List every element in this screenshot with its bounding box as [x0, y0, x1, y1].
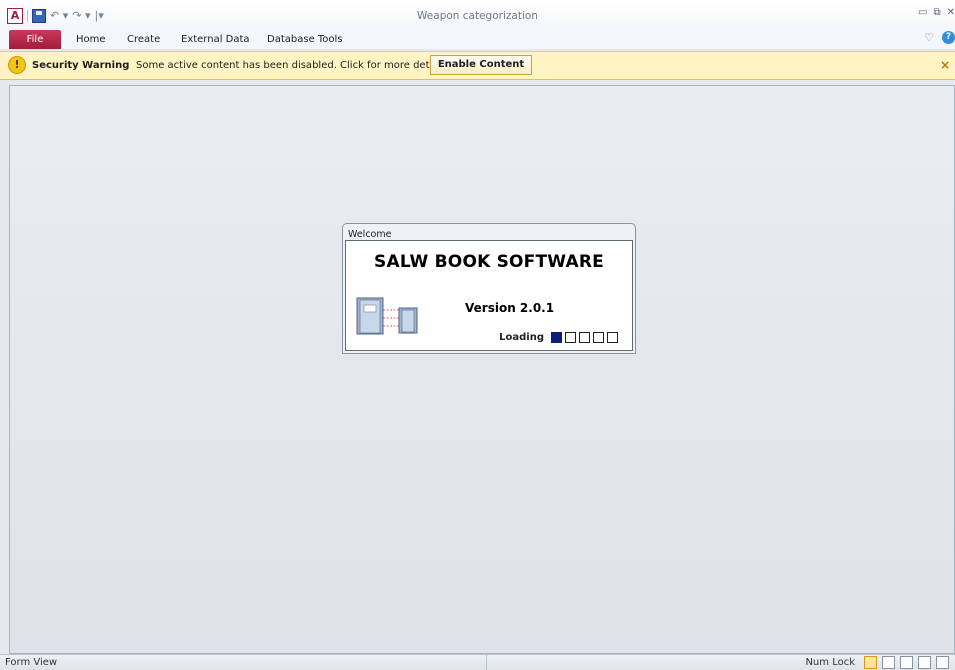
books-icon	[356, 297, 418, 335]
layout-view-icon[interactable]	[900, 656, 913, 669]
welcome-dialog: Welcome SALW BOOK SOFTWARE Version 2.0.1…	[342, 223, 636, 354]
restore-icon[interactable]: ⧉	[933, 7, 940, 18]
dialog-body: SALW BOOK SOFTWARE Version 2.0.1 Loading	[345, 240, 633, 351]
close-icon[interactable]: ✕	[947, 7, 955, 18]
minimize-icon[interactable]: ▭	[918, 7, 927, 18]
minimize-ribbon-icon[interactable]: ♡	[924, 31, 934, 44]
loading-box	[593, 332, 604, 343]
status-right: Num Lock	[805, 656, 949, 669]
tab-file[interactable]: File	[9, 30, 61, 49]
loading-box	[579, 332, 590, 343]
warning-icon: !	[8, 56, 26, 74]
status-divider	[486, 655, 487, 670]
window-controls: ▭ ⧉ ✕	[918, 7, 955, 18]
design-view-icon[interactable]	[918, 656, 931, 669]
title-bar: A ↶ ▾ ↷ ▾ |▾ Weapon categorization ▭ ⧉ ✕	[0, 0, 955, 29]
loading-indicator: Loading	[499, 332, 618, 343]
security-warning-bar[interactable]: ! Security Warning Some active content h…	[0, 51, 955, 80]
form-view-icon[interactable]	[864, 656, 877, 669]
app-heading: SALW BOOK SOFTWARE	[374, 252, 604, 272]
ribbon-help-area: ♡ ?	[924, 31, 955, 44]
num-lock-indicator: Num Lock	[805, 657, 855, 668]
datasheet-view-icon[interactable]	[882, 656, 895, 669]
tab-home[interactable]: Home	[76, 32, 106, 48]
status-view-label: Form View	[5, 657, 58, 668]
tab-external-data[interactable]: External Data	[181, 32, 250, 48]
version-label: Version 2.0.1	[465, 301, 555, 315]
pivot-view-icon[interactable]	[936, 656, 949, 669]
close-icon[interactable]: ×	[940, 58, 950, 72]
security-warning-title: Security Warning	[32, 60, 130, 71]
ribbon-tabs: File Home Create External Data Database …	[0, 29, 955, 49]
status-bar: Form View Num Lock	[0, 654, 955, 670]
workspace	[9, 85, 955, 654]
window-title: Weapon categorization	[417, 10, 538, 22]
loading-progress	[551, 332, 618, 343]
help-icon[interactable]: ?	[942, 31, 955, 44]
loading-box	[607, 332, 618, 343]
enable-content-button[interactable]: Enable Content	[430, 55, 532, 75]
tab-database-tools[interactable]: Database Tools	[267, 32, 343, 48]
security-warning-message[interactable]: Some active content has been disabled. C…	[136, 60, 450, 71]
dialog-title: Welcome	[348, 229, 392, 240]
loading-label: Loading	[499, 332, 544, 343]
tab-create[interactable]: Create	[127, 32, 160, 48]
loading-box	[551, 332, 562, 343]
loading-box	[565, 332, 576, 343]
